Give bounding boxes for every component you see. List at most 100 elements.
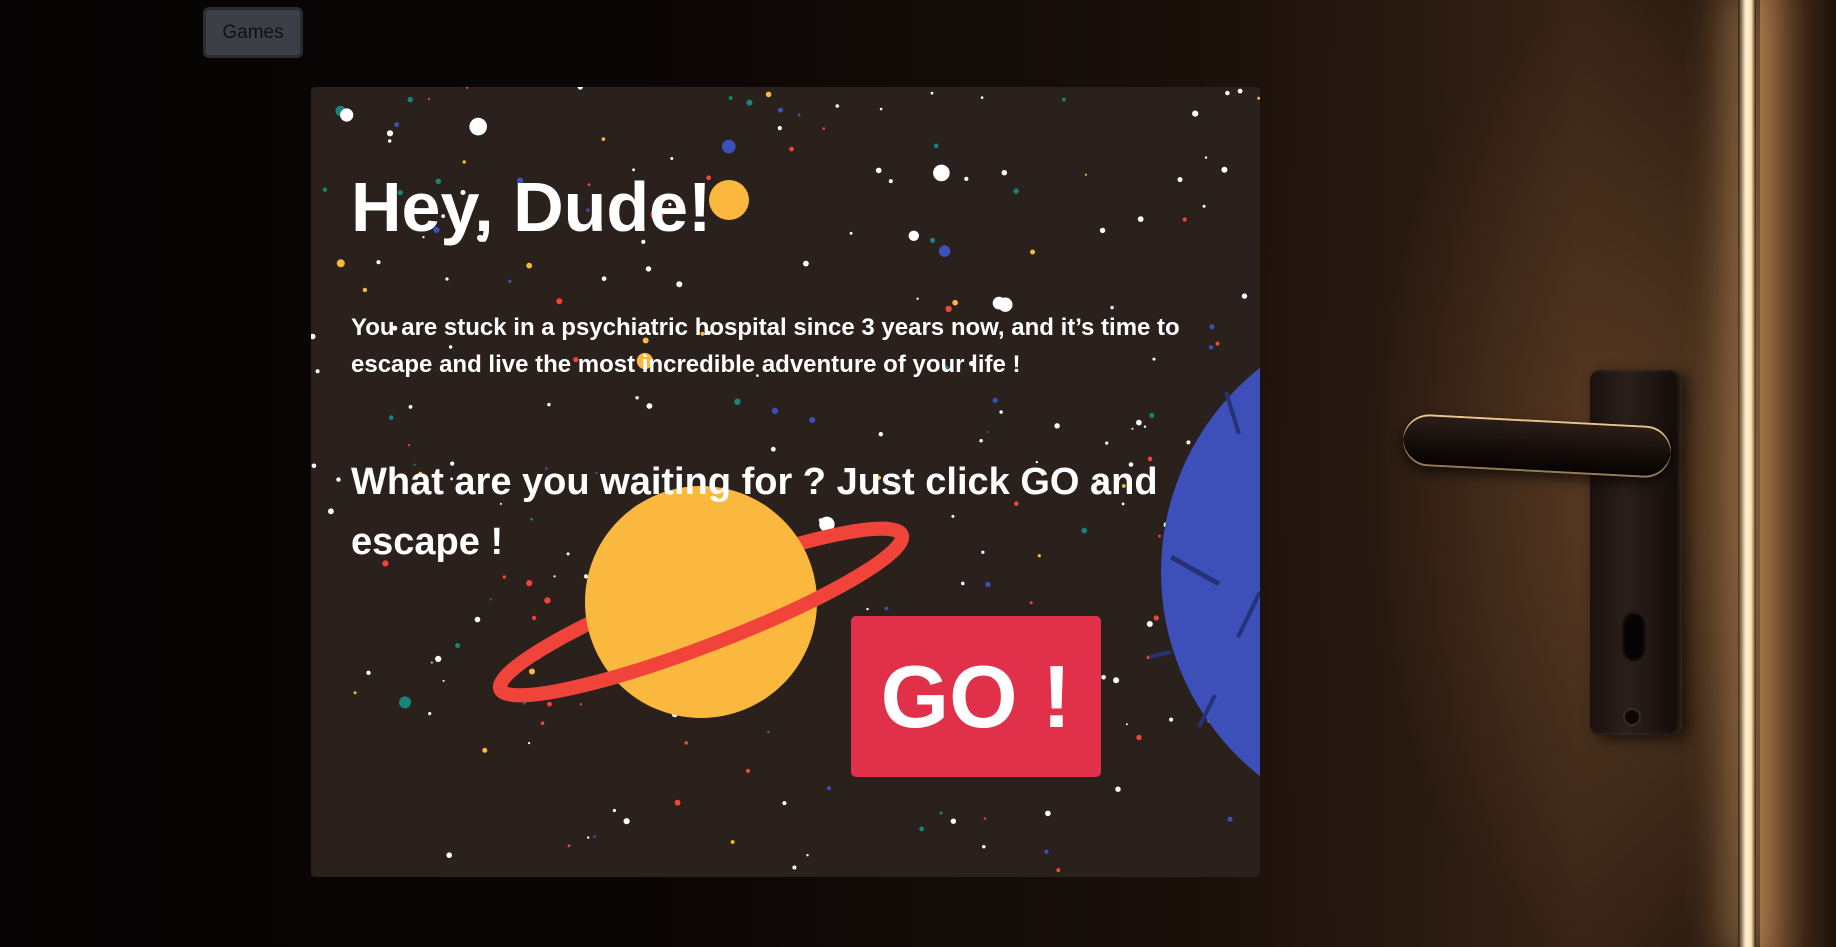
star [612, 808, 616, 813]
star [888, 179, 893, 184]
star [803, 260, 809, 267]
star [528, 742, 531, 745]
star [430, 661, 433, 664]
star [827, 786, 831, 791]
star [875, 167, 882, 174]
star [1131, 427, 1134, 430]
star [929, 237, 936, 243]
star [930, 91, 934, 95]
star [469, 117, 487, 136]
star [386, 130, 394, 137]
star [1115, 786, 1121, 792]
star [777, 107, 784, 113]
blue-planet [1148, 367, 1260, 777]
star [483, 126, 486, 130]
star [362, 287, 368, 293]
star [1169, 717, 1174, 722]
call-to-action-text: What are you waiting for ? Just click GO… [351, 461, 1158, 563]
star [1143, 425, 1147, 428]
star [982, 845, 986, 849]
star [979, 439, 983, 443]
door-frame [1760, 0, 1836, 947]
star [1061, 97, 1066, 102]
star [734, 398, 741, 405]
star [878, 432, 883, 437]
star [835, 104, 840, 108]
star [1192, 110, 1199, 117]
star [1153, 615, 1159, 621]
star [992, 397, 998, 403]
keyhole-icon [1621, 611, 1647, 663]
story-text: You are stuck in a psychiatric hospital … [351, 314, 1180, 378]
star [933, 143, 939, 149]
star [526, 580, 533, 587]
star [770, 446, 776, 452]
star [474, 616, 481, 623]
star [722, 139, 736, 154]
star [1237, 88, 1243, 94]
star [933, 164, 950, 182]
star [745, 768, 751, 774]
star [782, 801, 787, 806]
star [1149, 412, 1155, 418]
star [394, 122, 400, 128]
star [789, 146, 794, 152]
star [746, 99, 753, 106]
star [556, 298, 563, 305]
star [442, 679, 445, 682]
star [1182, 217, 1187, 222]
star [765, 91, 772, 98]
star [408, 405, 413, 409]
star [884, 606, 889, 611]
star [849, 231, 853, 235]
intro-card: Hey, Dude! You are stuck in a psychiatri… [311, 87, 1260, 877]
star [1257, 96, 1260, 100]
star [388, 415, 394, 420]
star [1136, 734, 1142, 741]
star [1056, 868, 1061, 873]
star [1136, 419, 1142, 426]
star [771, 407, 778, 414]
star [540, 721, 545, 725]
star [1137, 216, 1144, 223]
star [482, 747, 488, 753]
go-button[interactable]: GO ! [851, 616, 1101, 777]
star [593, 835, 596, 838]
star [1146, 621, 1153, 627]
star [583, 574, 589, 579]
star [767, 730, 770, 734]
star [553, 575, 556, 578]
star [489, 598, 492, 601]
star [336, 477, 341, 482]
star [567, 844, 571, 848]
star [1221, 166, 1228, 173]
star [1030, 249, 1036, 255]
star [623, 818, 630, 825]
page-title: Hey, Dude! [351, 168, 712, 246]
star [336, 259, 345, 268]
star [547, 402, 551, 407]
star [986, 431, 989, 433]
star [908, 230, 919, 241]
star [646, 403, 653, 409]
star [1099, 227, 1106, 234]
star [311, 463, 317, 469]
door-light-gap [1738, 0, 1756, 947]
star [806, 854, 809, 857]
star [983, 817, 987, 820]
star [730, 840, 735, 844]
star [980, 96, 984, 99]
games-button[interactable]: Games [203, 7, 303, 58]
star [676, 281, 683, 288]
star [1029, 601, 1033, 605]
star [601, 276, 607, 281]
star [674, 799, 681, 806]
star [435, 655, 442, 663]
star [427, 97, 431, 101]
star [526, 262, 533, 269]
star [645, 266, 652, 272]
star [547, 701, 552, 707]
star [311, 333, 316, 340]
star [670, 157, 674, 160]
star [777, 126, 782, 131]
